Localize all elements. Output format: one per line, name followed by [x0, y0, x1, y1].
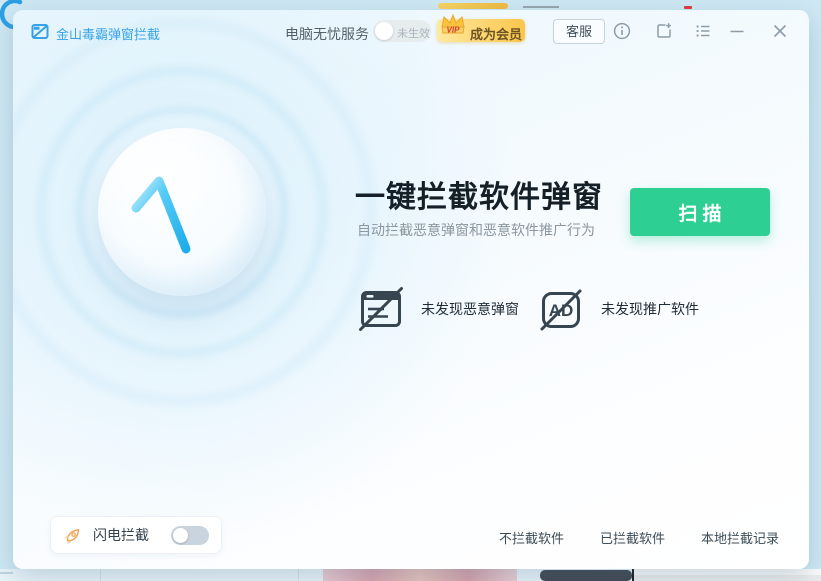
- ad-blocked-icon: AD: [538, 286, 584, 332]
- svg-text:VIP: VIP: [447, 26, 461, 35]
- ad-status-item: AD 未发现推广软件: [538, 286, 699, 332]
- page-subtitle: 自动拦截恶意弹窗和恶意软件推广行为: [357, 220, 595, 240]
- background-divider-dark: [632, 569, 634, 581]
- background-vip-bar: [438, 3, 508, 9]
- close-icon[interactable]: [770, 21, 790, 41]
- background-panel-fragment: [634, 575, 821, 581]
- footer-links: 不拦截软件 已拦截软件 本地拦截记录: [499, 528, 779, 547]
- app-logo-icon: [30, 21, 50, 41]
- lightning-block-label: 闪电拦截: [93, 525, 149, 545]
- background-badge-fragment: [540, 570, 632, 581]
- info-icon[interactable]: [612, 21, 632, 41]
- ad-status-label: 未发现推广软件: [601, 299, 699, 319]
- background-divider: [100, 569, 101, 581]
- shield-check-icon: [98, 128, 266, 296]
- background-image-fragment: [323, 569, 517, 581]
- service-status-text: 未生效: [397, 25, 430, 41]
- become-vip-button[interactable]: VIP 成为会员: [437, 19, 525, 42]
- rocket-icon: [63, 525, 83, 545]
- titlebar: 金山毒霸弹窗拦截 电脑无忧服务 未生效 VIP 成为会员 客服: [13, 10, 809, 54]
- background-divider: [0, 572, 13, 574]
- menu-list-icon[interactable]: [693, 21, 713, 41]
- service-status-toggle[interactable]: 未生效: [373, 20, 431, 42]
- allow-list-link[interactable]: 不拦截软件: [499, 528, 564, 547]
- background-notification-dot: [684, 6, 692, 9]
- blocked-list-link[interactable]: 已拦截软件: [600, 528, 665, 547]
- background-divider: [298, 569, 299, 581]
- page-title: 一键拦截软件弹窗: [355, 172, 603, 216]
- toggle-knob: [375, 22, 393, 40]
- local-records-link[interactable]: 本地拦截记录: [701, 528, 779, 547]
- toggle-knob: [173, 528, 188, 543]
- lightning-block-card: 闪电拦截: [50, 516, 222, 554]
- popup-blocked-icon: [358, 286, 404, 332]
- lightning-block-toggle[interactable]: [171, 526, 209, 545]
- minimize-icon[interactable]: [727, 21, 747, 41]
- feedback-window-icon[interactable]: [654, 21, 674, 41]
- background-line: [523, 6, 559, 8]
- scan-button[interactable]: 扫描: [630, 188, 770, 236]
- popup-status-item: 未发现恶意弹窗: [358, 286, 519, 332]
- vip-label: 成为会员: [470, 24, 522, 43]
- popup-blocker-window: 金山毒霸弹窗拦截 电脑无忧服务 未生效 VIP 成为会员 客服: [13, 10, 809, 569]
- support-button[interactable]: 客服: [553, 19, 605, 44]
- vip-crown-icon: VIP: [438, 11, 468, 39]
- popup-status-label: 未发现恶意弹窗: [421, 299, 519, 319]
- service-label: 电脑无忧服务: [285, 24, 369, 44]
- app-title: 金山毒霸弹窗拦截: [56, 24, 160, 43]
